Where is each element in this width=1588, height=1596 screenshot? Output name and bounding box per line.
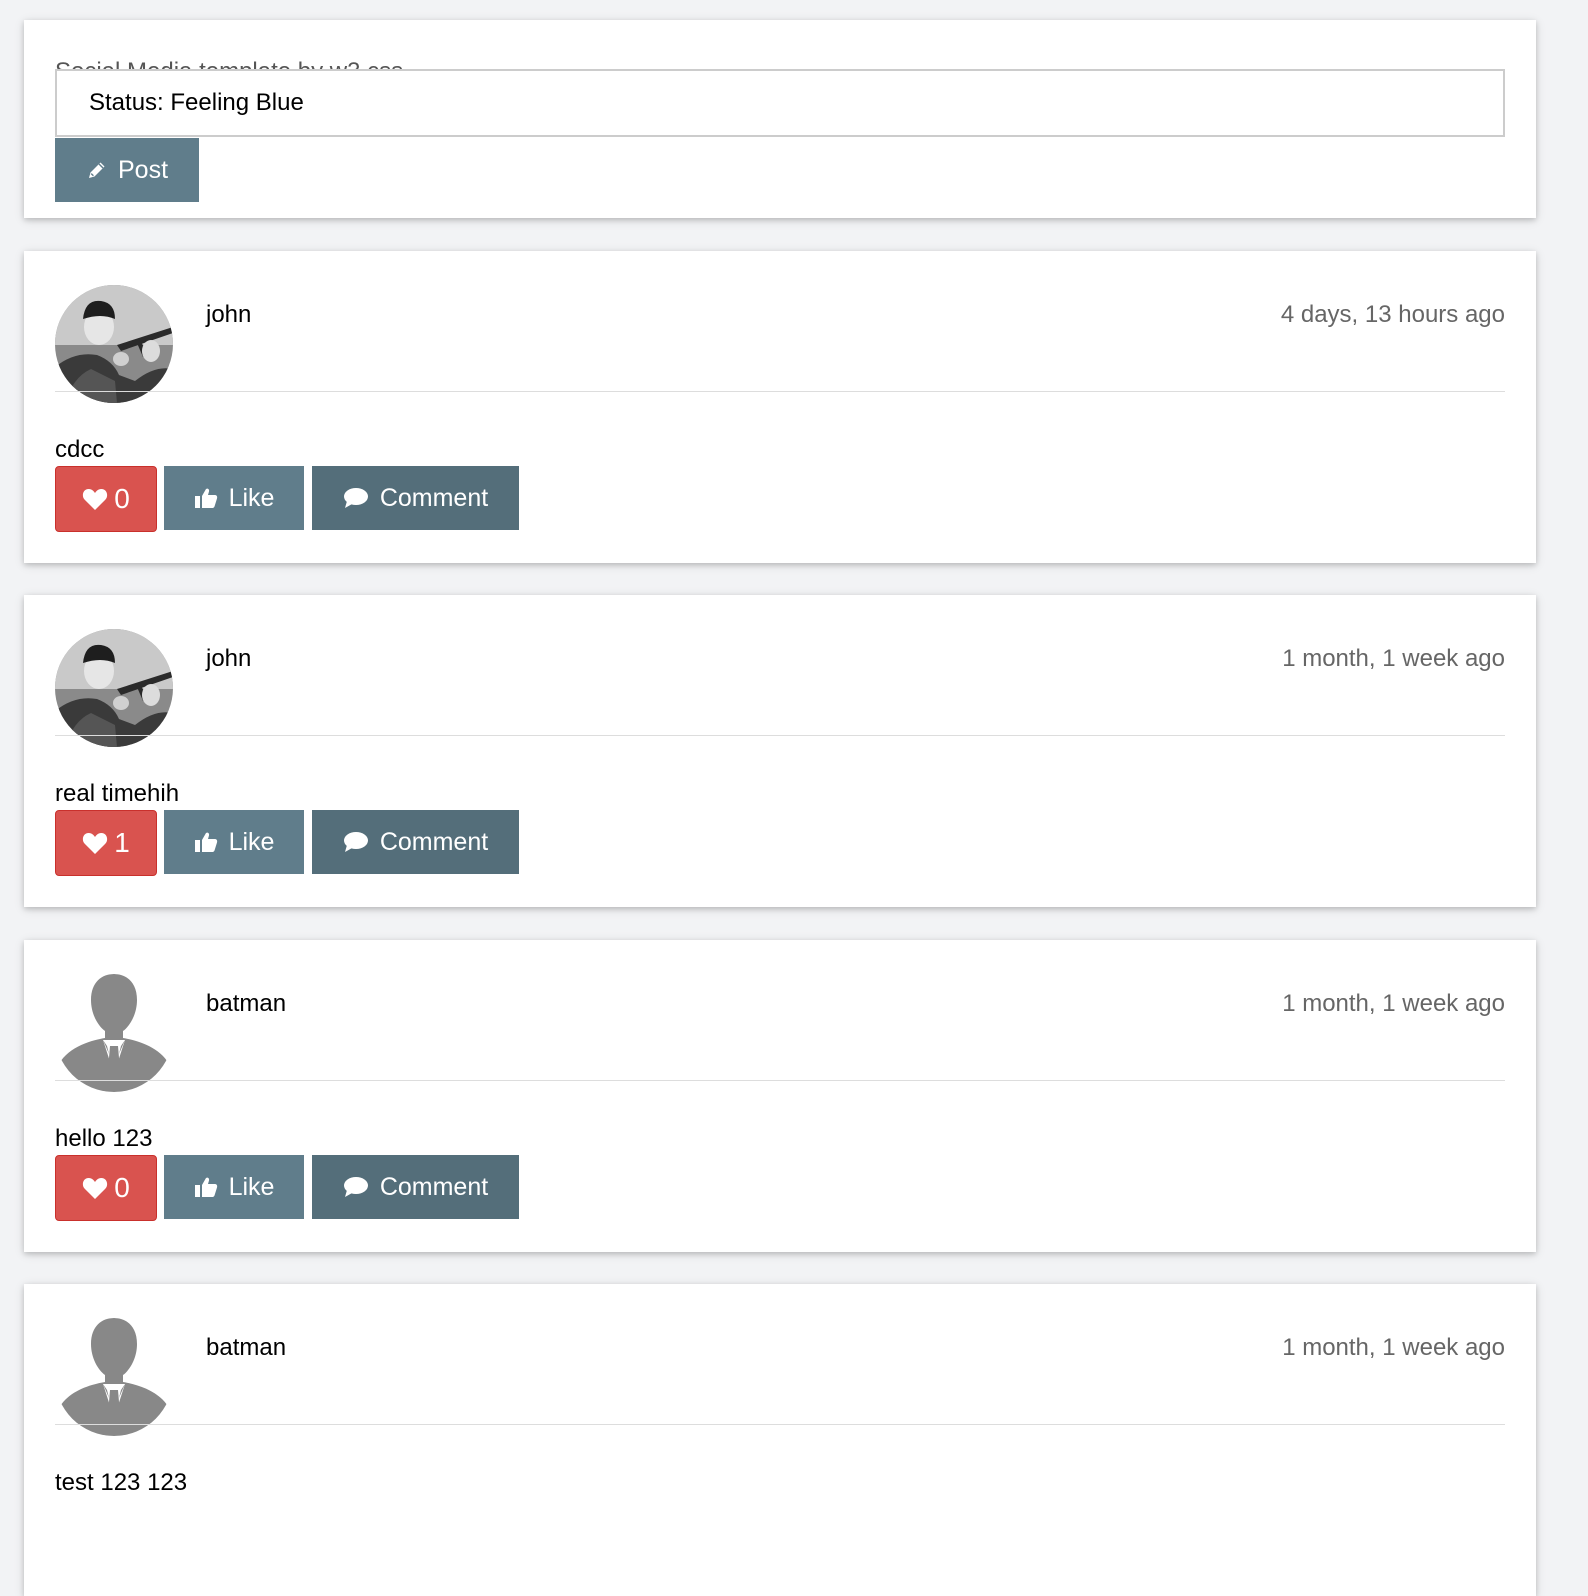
like-button[interactable]: Like: [164, 1155, 304, 1219]
comment-button[interactable]: Comment: [312, 1155, 519, 1219]
post-divider: [55, 1424, 1505, 1425]
post-text: cdcc: [55, 436, 105, 463]
avatar[interactable]: [55, 1318, 173, 1436]
heart-icon: [82, 487, 108, 511]
like-button[interactable]: Like: [164, 810, 304, 874]
post-card: batman 1 month, 1 week ago hello 123 0 L…: [24, 940, 1536, 1252]
post-divider: [55, 735, 1505, 736]
post-card: batman 1 month, 1 week ago test 123 123: [24, 1284, 1536, 1596]
status-composer: Social Media template by w3.css Post: [24, 20, 1536, 218]
like-button[interactable]: Like: [164, 466, 304, 530]
post-button-label: Post: [117, 155, 169, 184]
post-text: hello 123: [55, 1125, 153, 1152]
comment-button-label: Comment: [379, 483, 489, 512]
post-text: real timehih: [55, 780, 180, 807]
heart-icon: [82, 831, 108, 855]
comment-button[interactable]: Comment: [312, 466, 519, 530]
post-card: john 4 days, 13 hours ago cdcc 0 Like Co…: [24, 251, 1536, 563]
post-card: john 1 month, 1 week ago real timehih 1 …: [24, 595, 1536, 907]
post-username[interactable]: john: [206, 645, 251, 673]
post-divider: [55, 1080, 1505, 1081]
post-timestamp: 4 days, 13 hours ago: [1280, 301, 1505, 328]
post-username[interactable]: batman: [206, 990, 286, 1018]
comment-icon: [343, 831, 369, 853]
thumbs-up-icon: [194, 831, 218, 853]
post-username[interactable]: john: [206, 301, 251, 329]
post-timestamp: 1 month, 1 week ago: [1282, 1334, 1505, 1361]
comment-button-label: Comment: [379, 827, 489, 856]
comment-icon: [343, 1176, 369, 1198]
like-button-label: Like: [228, 827, 275, 856]
post-timestamp: 1 month, 1 week ago: [1282, 645, 1505, 672]
like-button-label: Like: [228, 1172, 275, 1201]
heart-count: 0: [114, 1172, 130, 1203]
heart-count-button[interactable]: 1: [55, 810, 157, 876]
comment-icon: [343, 487, 369, 509]
pencil-icon: [86, 159, 108, 181]
status-input[interactable]: [55, 69, 1505, 137]
post-timestamp: 1 month, 1 week ago: [1282, 990, 1505, 1017]
heart-count: 0: [114, 483, 130, 514]
comment-button[interactable]: Comment: [312, 810, 519, 874]
heart-icon: [82, 1176, 108, 1200]
like-button-label: Like: [228, 483, 275, 512]
thumbs-up-icon: [194, 1176, 218, 1198]
avatar[interactable]: [55, 974, 173, 1092]
avatar[interactable]: [55, 285, 173, 403]
post-text: test 123 123: [55, 1469, 188, 1496]
comment-button-label: Comment: [379, 1172, 489, 1201]
heart-count-button[interactable]: 0: [55, 466, 157, 532]
post-username[interactable]: batman: [206, 1334, 286, 1362]
post-divider: [55, 391, 1505, 392]
heart-count: 1: [114, 827, 130, 858]
thumbs-up-icon: [194, 487, 218, 509]
heart-count-button[interactable]: 0: [55, 1155, 157, 1221]
post-button[interactable]: Post: [55, 138, 199, 202]
avatar[interactable]: [55, 629, 173, 747]
